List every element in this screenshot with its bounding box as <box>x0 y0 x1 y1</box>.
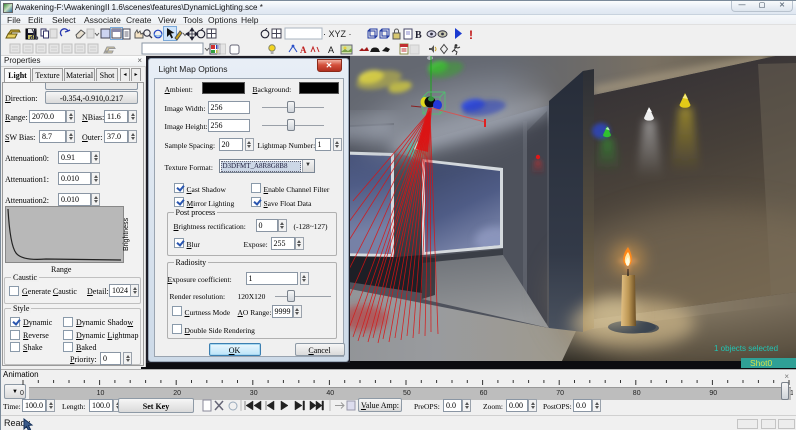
svg-text:!: ! <box>469 28 473 42</box>
svg-text:10: 10 <box>97 390 105 397</box>
svg-text:A: A <box>300 45 307 55</box>
svg-text:90: 90 <box>709 390 717 397</box>
svg-text:Shot0: Shot0 <box>750 358 772 368</box>
svg-text:1 objects selected: 1 objects selected <box>714 344 778 353</box>
svg-text:50: 50 <box>403 390 411 397</box>
svg-text:70: 70 <box>556 390 564 397</box>
svg-text:30: 30 <box>250 390 258 397</box>
svg-text:40: 40 <box>326 390 334 397</box>
svg-text:100: 100 <box>790 390 793 397</box>
svg-text:0: 0 <box>20 390 24 397</box>
svg-text:20: 20 <box>173 390 181 397</box>
svg-text:A: A <box>328 45 334 55</box>
svg-text:B: B <box>415 30 422 41</box>
svg-text:· XYZ ·: · XYZ · <box>323 29 352 39</box>
svg-text:80: 80 <box>633 390 641 397</box>
svg-text:60: 60 <box>480 390 488 397</box>
